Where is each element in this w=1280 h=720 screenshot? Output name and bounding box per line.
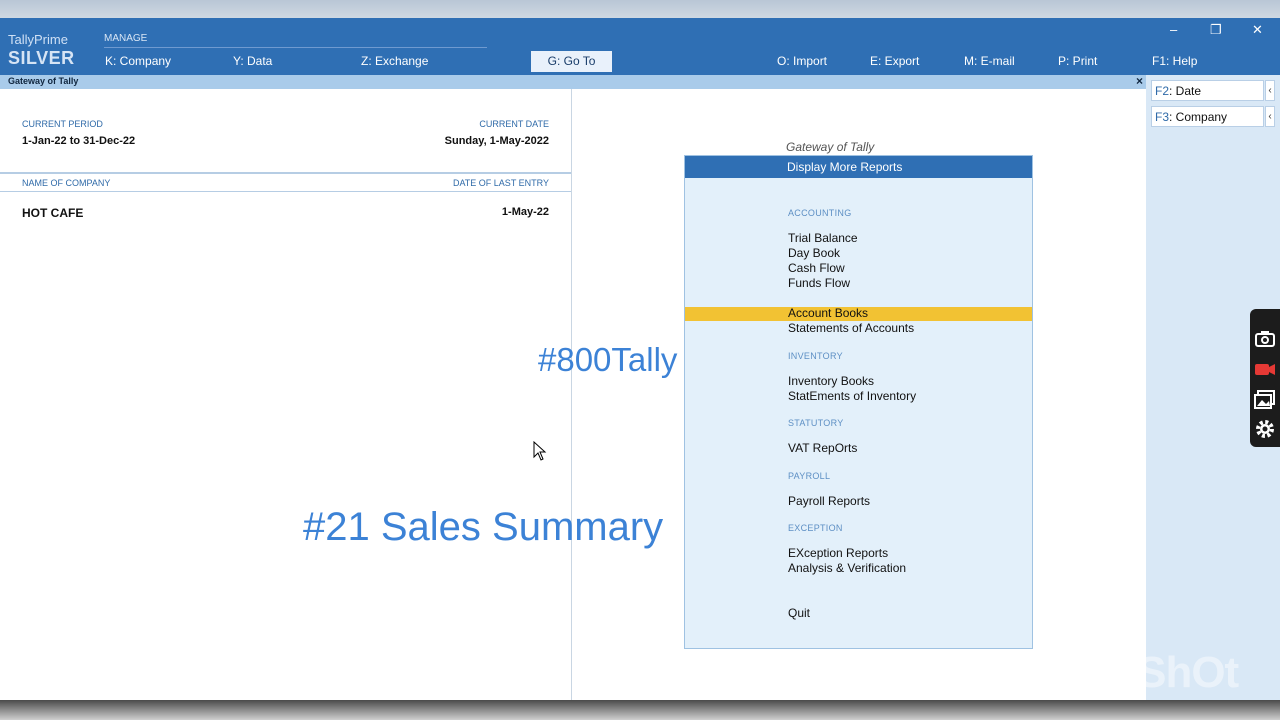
menu-item-exception-reports[interactable]: EXception Reports xyxy=(788,546,888,560)
mouse-cursor-icon xyxy=(533,441,547,461)
chevron-left-icon[interactable]: ‹ xyxy=(1265,106,1275,127)
company-button[interactable]: F3: Company xyxy=(1151,106,1264,127)
section-accounting: ACCOUNTING xyxy=(788,208,852,218)
divider xyxy=(0,191,571,192)
app-header: TallyPrime SILVER MANAGE K: Company Y: D… xyxy=(0,18,1280,75)
menu-exchange[interactable]: Z: Exchange xyxy=(361,54,428,68)
menu-help[interactable]: F1: Help xyxy=(1152,54,1197,68)
section-exception: EXCEPTION xyxy=(788,523,843,533)
gateway-title: Gateway of Tally xyxy=(786,140,875,154)
goto-button[interactable]: G: Go To xyxy=(531,51,612,72)
menu-item-payroll-reports[interactable]: Payroll Reports xyxy=(788,494,870,508)
section-statutory: STATUTORY xyxy=(788,418,844,428)
top-strip xyxy=(0,0,1280,18)
menu-item-statements-of-accounts[interactable]: Statements of Accounts xyxy=(788,321,914,335)
recorder-toolbar xyxy=(1250,309,1280,447)
gallery-icon[interactable] xyxy=(1253,387,1277,411)
company-last-entry: 1-May-22 xyxy=(501,206,549,218)
current-date-label: CURRENT DATE xyxy=(479,119,549,129)
company-name-column: NAME OF COMPANY xyxy=(22,178,111,188)
company-name[interactable]: HOT CAFE xyxy=(22,206,83,220)
gateway-menu-header: Display More Reports xyxy=(685,156,1032,178)
current-date-value: Sunday, 1-May-2022 xyxy=(444,135,549,147)
restore-icon[interactable]: ❐ xyxy=(1210,22,1222,38)
inshot-watermark: InShOt xyxy=(1100,648,1239,697)
section-inventory: INVENTORY xyxy=(788,351,843,361)
last-entry-column: DATE OF LAST ENTRY xyxy=(452,178,549,188)
menu-item-analysis-verification[interactable]: Analysis & Verification xyxy=(788,561,906,575)
menu-company[interactable]: K: Company xyxy=(105,54,171,68)
menu-item-cash-flow[interactable]: Cash Flow xyxy=(788,261,845,275)
camera-icon[interactable] xyxy=(1253,327,1277,351)
menu-item-inventory-books[interactable]: Inventory Books xyxy=(788,374,874,388)
screen-titlebar: Gateway of Tally × xyxy=(0,74,1146,89)
menu-item-account-books[interactable]: Account Books xyxy=(788,306,868,320)
app-edition: SILVER xyxy=(8,48,75,68)
menu-item-statements-of-inventory[interactable]: StatEments of Inventory xyxy=(788,389,916,403)
menu-print[interactable]: P: Print xyxy=(1058,54,1097,68)
bottom-bar xyxy=(0,700,1280,720)
overlay-tag-800tally: #800Tally xyxy=(538,341,678,378)
menu-export[interactable]: E: Export xyxy=(870,54,919,68)
divider xyxy=(0,172,571,174)
menu-item-vat-reports[interactable]: VAT RepOrts xyxy=(788,441,857,455)
manage-label: MANAGE xyxy=(104,33,148,44)
menu-data[interactable]: Y: Data xyxy=(233,54,272,68)
video-record-icon[interactable] xyxy=(1253,357,1277,381)
overlay-tag-sales-summary: #21 Sales Summary xyxy=(303,505,664,549)
screen-close-icon[interactable]: × xyxy=(1136,74,1143,88)
current-period-label: CURRENT PERIOD xyxy=(22,119,103,129)
company-info-panel: CURRENT PERIOD 1-Jan-22 to 31-Dec-22 CUR… xyxy=(0,89,571,700)
menu-email[interactable]: M: E-mail xyxy=(964,54,1015,68)
menu-item-quit[interactable]: Quit xyxy=(788,606,810,620)
date-button[interactable]: F2: Date xyxy=(1151,80,1264,101)
section-payroll: PAYROLL xyxy=(788,471,831,481)
menu-item-day-book[interactable]: Day Book xyxy=(788,246,840,260)
current-period-value: 1-Jan-22 to 31-Dec-22 xyxy=(22,135,136,147)
minimize-icon[interactable]: – xyxy=(1170,22,1177,37)
app-name: TallyPrime xyxy=(8,32,68,47)
gear-icon[interactable] xyxy=(1253,417,1277,441)
menu-item-trial-balance[interactable]: Trial Balance xyxy=(788,231,858,245)
close-icon[interactable]: ✕ xyxy=(1252,22,1263,38)
screen-title: Gateway of Tally xyxy=(8,76,79,86)
menu-import[interactable]: O: Import xyxy=(777,54,827,68)
menu-item-funds-flow[interactable]: Funds Flow xyxy=(788,276,850,290)
manage-divider xyxy=(104,47,487,48)
chevron-left-icon[interactable]: ‹ xyxy=(1265,80,1275,101)
gateway-menu: Display More Reports ACCOUNTING Trial Ba… xyxy=(684,155,1033,649)
